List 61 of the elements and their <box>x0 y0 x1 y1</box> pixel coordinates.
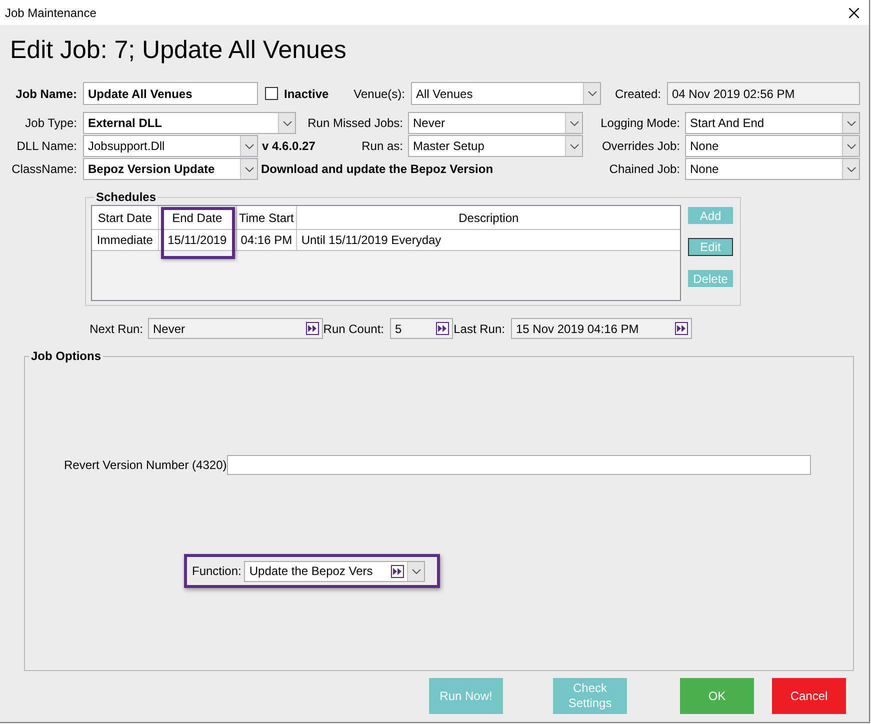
dropdown[interactable]: All Venues <box>411 82 601 105</box>
table-cell: Immediate <box>92 230 159 250</box>
table-cell-text: Until 15/11/2019 Everyday <box>300 232 442 249</box>
table-cell: 04:16 PM <box>236 230 298 250</box>
dropdown[interactable]: None <box>685 135 860 157</box>
chevron-icon[interactable] <box>240 136 257 156</box>
window-title: Job Maintenance <box>5 6 98 20</box>
read-only-field: Never <box>148 318 323 339</box>
field-label: Venue(s): <box>352 86 406 100</box>
read-only-field: 5 <box>390 318 453 339</box>
field-label: Run Count: <box>323 322 385 336</box>
field-label: Last Run: <box>453 322 506 336</box>
field-label: Job Name: <box>14 86 78 100</box>
dropdown[interactable]: External DLL <box>83 112 296 134</box>
dropdown[interactable]: Bepoz Version Update <box>83 158 258 180</box>
read-only-field: 15 Nov 2019 04:16 PM <box>511 318 692 339</box>
fast-forward-icon[interactable] <box>391 564 404 578</box>
action-button[interactable]: Cancel <box>772 678 846 714</box>
field-label: Chained Job: <box>608 162 681 176</box>
field-label: DLL Name: <box>16 139 78 153</box>
dropdown[interactable]: Never <box>408 112 583 134</box>
chevron-icon[interactable] <box>240 159 257 179</box>
table-cell: 15/11/2019 <box>158 230 237 250</box>
close-icon[interactable] <box>849 8 859 18</box>
chevron-icon[interactable] <box>565 113 582 133</box>
text-field[interactable]: Update All Venues <box>83 82 258 105</box>
field-label: Run Missed Jobs: <box>306 116 404 130</box>
field-label: Overrides Job: <box>600 139 681 153</box>
chevron-icon[interactable] <box>842 159 859 179</box>
page-heading: Edit Job: 7; Update All Venues <box>9 35 348 66</box>
group-title: Schedules <box>95 190 158 204</box>
dropdown[interactable]: Start And End <box>685 112 860 134</box>
text-field[interactable] <box>227 455 811 475</box>
fast-forward-icon[interactable] <box>306 322 319 335</box>
dropdown[interactable]: Update the Bepoz Vers <box>244 560 426 582</box>
chevron-icon[interactable] <box>407 562 424 580</box>
field-label: Revert Version Number (4320) <box>64 458 227 472</box>
fast-forward-icon[interactable] <box>675 322 688 335</box>
dropdown[interactable]: Jobsupport.Dll <box>83 135 258 157</box>
field-label: Function: <box>192 564 242 578</box>
info-text: Download and update the Bepoz Version <box>261 162 494 176</box>
checkbox-label: Inactive <box>284 86 329 100</box>
dropdown[interactable]: None <box>685 158 860 180</box>
group-title: Job Options <box>30 349 102 363</box>
chevron-icon[interactable] <box>842 113 859 133</box>
field-label: Created: <box>614 86 662 100</box>
field-label: Job Type: <box>24 116 78 130</box>
fast-forward-icon[interactable] <box>436 322 449 335</box>
field-label: ClassName: <box>10 162 78 176</box>
chevron-icon[interactable] <box>842 136 859 156</box>
info-text: v 4.6.0.27 <box>262 139 316 153</box>
field-label: Logging Mode: <box>600 116 681 130</box>
chevron-icon[interactable] <box>583 83 600 104</box>
column-header[interactable]: Description <box>297 206 680 229</box>
chevron-icon[interactable] <box>565 136 582 156</box>
dropdown[interactable]: Master Setup <box>408 135 583 157</box>
read-only-field: 04 Nov 2019 02:56 PM <box>667 82 860 105</box>
field-label: Next Run: <box>88 322 144 336</box>
field-label: Run as: <box>360 139 404 153</box>
checkbox[interactable] <box>265 87 278 100</box>
chevron-icon[interactable] <box>278 113 295 133</box>
